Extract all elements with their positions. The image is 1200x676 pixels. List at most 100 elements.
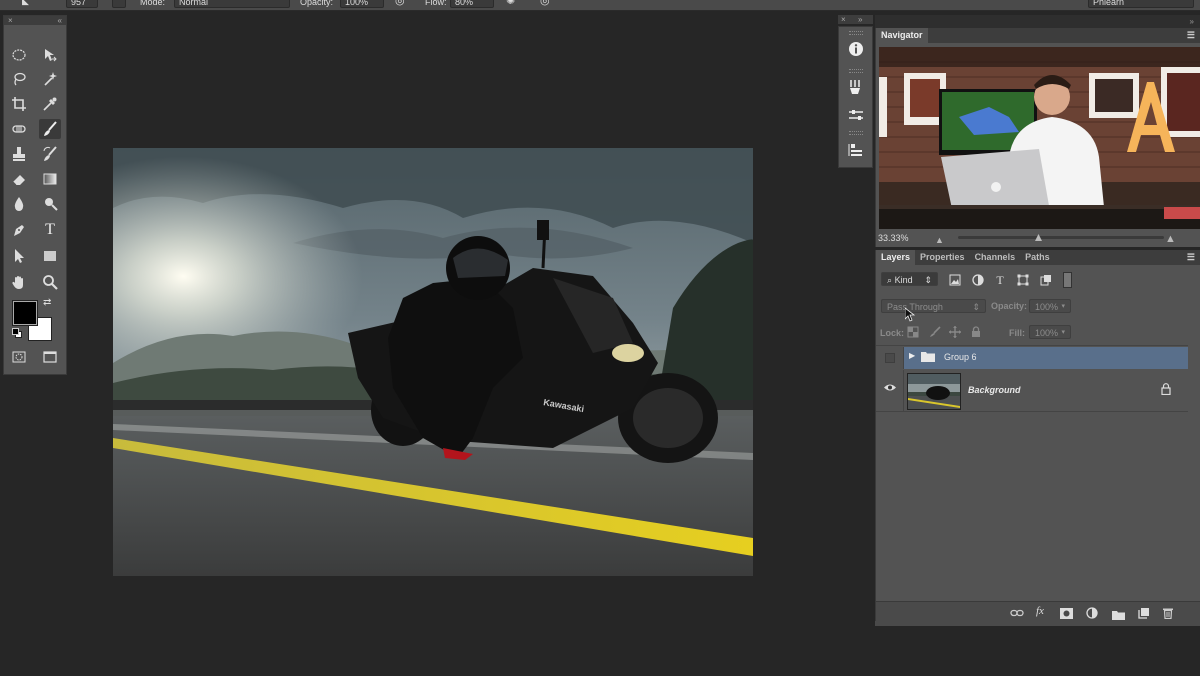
adjustments-icon[interactable] [843, 104, 869, 126]
brush-presets-icon[interactable] [843, 76, 869, 98]
navigator-dock-header: » [875, 15, 1200, 28]
lock-all-icon[interactable] [970, 326, 982, 338]
workspace-select[interactable]: Phlearn [1088, 0, 1194, 8]
quick-mask-icon[interactable] [8, 347, 30, 367]
foreground-color-swatch[interactable] [13, 301, 37, 325]
visibility-toggle[interactable] [876, 347, 904, 369]
filter-type-icon[interactable]: T [994, 273, 1006, 287]
gradient-tool[interactable] [39, 169, 61, 189]
options-bar: ◣ 957 Mode: Normal Opacity: 100% ◎ Flow:… [0, 0, 1200, 11]
spot-healing-tool[interactable] [8, 119, 30, 139]
swap-colors-icon[interactable]: ⇄ [43, 297, 51, 308]
lock-position-icon[interactable] [949, 326, 961, 338]
lock-transparent-icon[interactable] [907, 326, 919, 338]
screen-mode-icon[interactable] [39, 347, 61, 367]
zoom-slider[interactable] [958, 236, 1164, 239]
panel-grip[interactable] [849, 131, 863, 135]
icon-strip-header: × [838, 15, 873, 24]
panel-grip[interactable] [849, 31, 863, 35]
fx-icon[interactable]: fx [1036, 605, 1044, 617]
layer-fill-value: 100% [1035, 328, 1059, 338]
opacity-label: Opacity: [991, 301, 1028, 311]
mode-select[interactable]: Normal [174, 0, 290, 8]
search-icon: ⌕ [887, 275, 893, 285]
layer-comps-icon[interactable] [843, 139, 869, 161]
blend-mode-select[interactable]: Pass Through ⇕ [881, 299, 986, 313]
history-brush-tool[interactable] [39, 144, 61, 164]
close-icon[interactable]: × [8, 16, 13, 25]
eyedropper-tool[interactable] [39, 94, 61, 114]
collapse-icon[interactable]: » [1190, 17, 1200, 26]
chevron-down-icon: ▾ [1061, 303, 1065, 310]
tab-properties[interactable]: Properties [915, 250, 970, 265]
flow-label: Flow: [425, 0, 447, 7]
pressure-opacity-icon[interactable]: ◎ [395, 0, 405, 7]
blur-tool[interactable] [8, 194, 30, 214]
expand-icon[interactable]: » [858, 15, 862, 24]
layer-fill-field[interactable]: 100% ▾ [1029, 325, 1071, 339]
navigator-tabs: Navigator ☰ [876, 28, 1200, 43]
expand-arrow-icon[interactable]: ▶ [909, 351, 915, 360]
pressure-size-icon[interactable]: ◎ [540, 0, 550, 7]
filter-toggle-switch[interactable] [1063, 272, 1072, 288]
brush-tool[interactable] [39, 119, 61, 139]
brush-panel-toggle[interactable] [112, 0, 126, 8]
filter-shape-icon[interactable] [1017, 274, 1029, 286]
lock-label: Lock: [880, 328, 905, 338]
navigator-video-thumbnail [879, 47, 1200, 229]
filter-kind-select[interactable]: ⌕ Kind ⇕ [881, 272, 938, 286]
close-icon[interactable]: × [838, 15, 846, 24]
layer-name[interactable]: Group 6 [944, 352, 977, 362]
zoom-in-icon[interactable]: ▲ [1165, 233, 1176, 245]
info-panel-icon[interactable] [843, 38, 869, 60]
dodge-tool[interactable] [39, 194, 61, 214]
eye-icon[interactable] [884, 383, 896, 394]
elliptical-marquee-tool[interactable] [8, 45, 30, 65]
navigator-preview[interactable] [879, 47, 1200, 229]
brush-preset-icon[interactable]: ◣ [22, 0, 29, 7]
airbrush-icon[interactable]: ✺ [506, 0, 515, 7]
layer-opacity-field[interactable]: 100% ▾ [1029, 299, 1071, 313]
tools-panel-header[interactable]: × « [4, 16, 66, 25]
layer-row-group-6[interactable]: ▶ Group 6 [876, 347, 1188, 369]
tab-channels[interactable]: Channels [970, 250, 1021, 265]
collapse-icon[interactable]: « [58, 16, 62, 25]
flow-field[interactable]: 80% [450, 0, 494, 8]
type-tool[interactable]: T [39, 220, 61, 240]
panel-menu-icon[interactable]: ☰ [1187, 28, 1195, 43]
opacity-field[interactable]: 100% [340, 0, 384, 8]
rectangle-tool[interactable] [39, 246, 61, 266]
panel-menu-icon[interactable]: ☰ [1187, 250, 1195, 265]
zoom-out-icon[interactable]: ▲ [935, 235, 944, 245]
layer-row-background[interactable]: Background [876, 370, 1188, 412]
tab-paths[interactable]: Paths [1020, 250, 1055, 265]
path-selection-tool[interactable] [8, 246, 30, 266]
visibility-checkbox[interactable] [885, 353, 895, 363]
tab-layers[interactable]: Layers [876, 250, 916, 265]
panel-grip[interactable] [849, 69, 863, 73]
hand-tool[interactable] [8, 272, 30, 292]
tools-panel: × « T ⇄ [3, 15, 67, 375]
filter-pixel-icon[interactable] [949, 274, 961, 286]
default-colors-icon[interactable] [12, 328, 22, 338]
layer-name[interactable]: Background [968, 385, 1021, 395]
zoom-tool[interactable] [39, 272, 61, 292]
tab-navigator[interactable]: Navigator [876, 28, 928, 43]
filter-smart-object-icon[interactable] [1040, 274, 1052, 286]
magic-wand-tool[interactable] [39, 69, 61, 89]
crop-tool[interactable] [8, 94, 30, 114]
brush-size-field[interactable]: 957 [66, 0, 98, 8]
move-tool[interactable] [39, 45, 61, 65]
clone-stamp-tool[interactable] [8, 144, 30, 164]
zoom-level-readout[interactable]: 33.33% [878, 233, 909, 243]
lock-pixels-icon[interactable] [929, 326, 941, 338]
document-canvas[interactable]: Kawasaki [113, 148, 753, 576]
panel-resize-bar[interactable] [875, 621, 1200, 626]
filter-adjustment-icon[interactable] [972, 274, 984, 286]
pen-tool[interactable] [8, 220, 30, 240]
motorcycle-photo: Kawasaki [113, 148, 753, 576]
navigator-panel: Navigator ☰ 33.33% ▲ ▲ [875, 28, 1200, 247]
eraser-tool[interactable] [8, 169, 30, 189]
visibility-toggle[interactable] [876, 370, 904, 411]
lasso-tool[interactable] [8, 69, 30, 89]
